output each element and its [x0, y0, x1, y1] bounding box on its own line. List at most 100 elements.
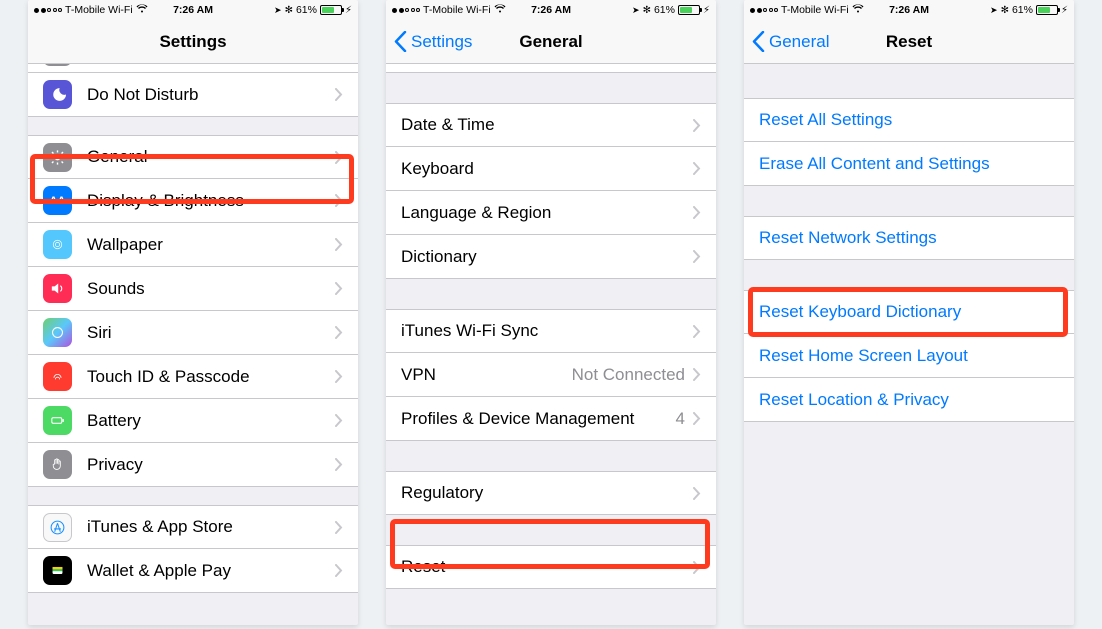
- row-keyboard[interactable]: Keyboard: [386, 147, 716, 191]
- row-label: Reset Keyboard Dictionary: [759, 302, 1059, 322]
- appstore-icon: [43, 513, 72, 542]
- row-reset-location[interactable]: Reset Location & Privacy: [744, 378, 1074, 422]
- location-icon: ➤: [274, 5, 282, 16]
- chevron-right-icon: [693, 325, 701, 338]
- row-label: VPN: [401, 365, 572, 385]
- status-time: 7:26 AM: [173, 4, 213, 16]
- battery-pct: 61%: [1012, 4, 1033, 16]
- row-label: Siri: [87, 323, 335, 343]
- row-control-center[interactable]: Control Center: [28, 64, 358, 73]
- charging-icon: ⚡︎: [1061, 5, 1068, 16]
- row-value: Not Connected: [572, 365, 685, 385]
- carrier-label: T-Mobile Wi-Fi: [65, 4, 133, 16]
- row-display[interactable]: AA Display & Brightness: [28, 179, 358, 223]
- screen-settings: T-Mobile Wi-Fi 7:26 AM ➤ ✻ 61% ⚡︎ Settin…: [28, 0, 358, 625]
- row-label: Erase All Content and Settings: [759, 154, 1059, 174]
- carrier-label: T-Mobile Wi-Fi: [781, 4, 849, 16]
- row-dnd[interactable]: Do Not Disturb: [28, 73, 358, 117]
- control-center-icon: [43, 64, 72, 66]
- status-time: 7:26 AM: [889, 4, 929, 16]
- row-itunes-sync[interactable]: iTunes Wi-Fi Sync: [386, 309, 716, 353]
- row-itunes[interactable]: iTunes & App Store: [28, 505, 358, 549]
- chevron-right-icon: [693, 412, 701, 425]
- row-regulatory[interactable]: Regulatory: [386, 471, 716, 515]
- row-label: Reset All Settings: [759, 110, 1059, 130]
- chevron-right-icon: [693, 162, 701, 175]
- row-privacy[interactable]: Privacy: [28, 443, 358, 487]
- charging-icon: ⚡︎: [703, 5, 710, 16]
- nav-back-label: General: [769, 32, 829, 52]
- row-erase-all[interactable]: Erase All Content and Settings: [744, 142, 1074, 186]
- row-label: Wallet & Apple Pay: [87, 561, 335, 581]
- wallpaper-icon: [43, 230, 72, 259]
- row-reset-network[interactable]: Reset Network Settings: [744, 216, 1074, 260]
- row-language[interactable]: Language & Region: [386, 191, 716, 235]
- row-profiles[interactable]: Profiles & Device Management4: [386, 397, 716, 441]
- row-reset-keyboard[interactable]: Reset Keyboard Dictionary: [744, 290, 1074, 334]
- wallet-icon: [43, 556, 72, 585]
- row-value: 4: [676, 409, 685, 429]
- nav-back-button[interactable]: General: [752, 20, 829, 63]
- chevron-right-icon: [335, 414, 343, 427]
- chevron-right-icon: [335, 238, 343, 251]
- row-label: Reset: [401, 557, 693, 577]
- siri-icon: [43, 318, 72, 347]
- location-icon: ➤: [990, 5, 998, 16]
- row-label: Sounds: [87, 279, 335, 299]
- row-wallet[interactable]: Wallet & Apple Pay: [28, 549, 358, 593]
- nav-title: General: [519, 32, 582, 52]
- row-label: Wallpaper: [87, 235, 335, 255]
- row-label: Privacy: [87, 455, 335, 475]
- row-label: Reset Location & Privacy: [759, 390, 1059, 410]
- chevron-right-icon: [693, 250, 701, 263]
- nav-back-button[interactable]: Settings: [394, 20, 472, 63]
- wifi-icon: [494, 4, 506, 16]
- row-label: Battery: [87, 411, 335, 431]
- chevron-right-icon: [335, 326, 343, 339]
- row-vpn[interactable]: VPNNot Connected: [386, 353, 716, 397]
- signal-dots-icon: [392, 8, 420, 13]
- signal-dots-icon: [34, 8, 62, 13]
- nav-bar: Settings General: [386, 20, 716, 64]
- chevron-right-icon: [693, 119, 701, 132]
- status-bar: T-Mobile Wi-Fi 7:26 AM ➤ ✻ 61% ⚡︎: [386, 0, 716, 20]
- row-sounds[interactable]: Sounds: [28, 267, 358, 311]
- screen-general: T-Mobile Wi-Fi 7:26 AM ➤ ✻ 61% ⚡︎ Settin…: [386, 0, 716, 625]
- nav-title: Settings: [159, 32, 226, 52]
- chevron-right-icon: [335, 151, 343, 164]
- row-datetime[interactable]: Date & Time: [386, 103, 716, 147]
- nav-back-label: Settings: [411, 32, 472, 52]
- row-reset-all[interactable]: Reset All Settings: [744, 98, 1074, 142]
- row-wallpaper[interactable]: Wallpaper: [28, 223, 358, 267]
- bluetooth-icon: ✻: [285, 5, 293, 16]
- signal-dots-icon: [750, 8, 778, 13]
- location-icon: ➤: [632, 5, 640, 16]
- chevron-right-icon: [335, 521, 343, 534]
- bluetooth-icon: ✻: [643, 5, 651, 16]
- row-general[interactable]: General: [28, 135, 358, 179]
- row-dictionary[interactable]: Dictionary: [386, 235, 716, 279]
- row-reset[interactable]: Reset: [386, 545, 716, 589]
- row-reset-home[interactable]: Reset Home Screen Layout: [744, 334, 1074, 378]
- row-label: iTunes & App Store: [87, 517, 335, 537]
- row-label: Regulatory: [401, 483, 693, 503]
- row-label: General: [87, 147, 335, 167]
- battery-icon: [1036, 5, 1058, 15]
- gear-icon: [43, 143, 72, 172]
- row-partial[interactable]: [386, 64, 716, 73]
- status-bar: T-Mobile Wi-Fi 7:26 AM ➤ ✻ 61% ⚡︎: [28, 0, 358, 20]
- row-label: Profiles & Device Management: [401, 409, 676, 429]
- row-touchid[interactable]: Touch ID & Passcode: [28, 355, 358, 399]
- battery-icon: [678, 5, 700, 15]
- display-icon: AA: [43, 186, 72, 215]
- battery-pct: 61%: [296, 4, 317, 16]
- hand-icon: [43, 450, 72, 479]
- row-siri[interactable]: Siri: [28, 311, 358, 355]
- chevron-right-icon: [693, 206, 701, 219]
- row-label: Do Not Disturb: [87, 85, 335, 105]
- speaker-icon: [43, 274, 72, 303]
- screen-reset: T-Mobile Wi-Fi 7:26 AM ➤ ✻ 61% ⚡︎ Genera…: [744, 0, 1074, 625]
- row-battery[interactable]: Battery: [28, 399, 358, 443]
- nav-bar: General Reset: [744, 20, 1074, 64]
- charging-icon: ⚡︎: [345, 5, 352, 16]
